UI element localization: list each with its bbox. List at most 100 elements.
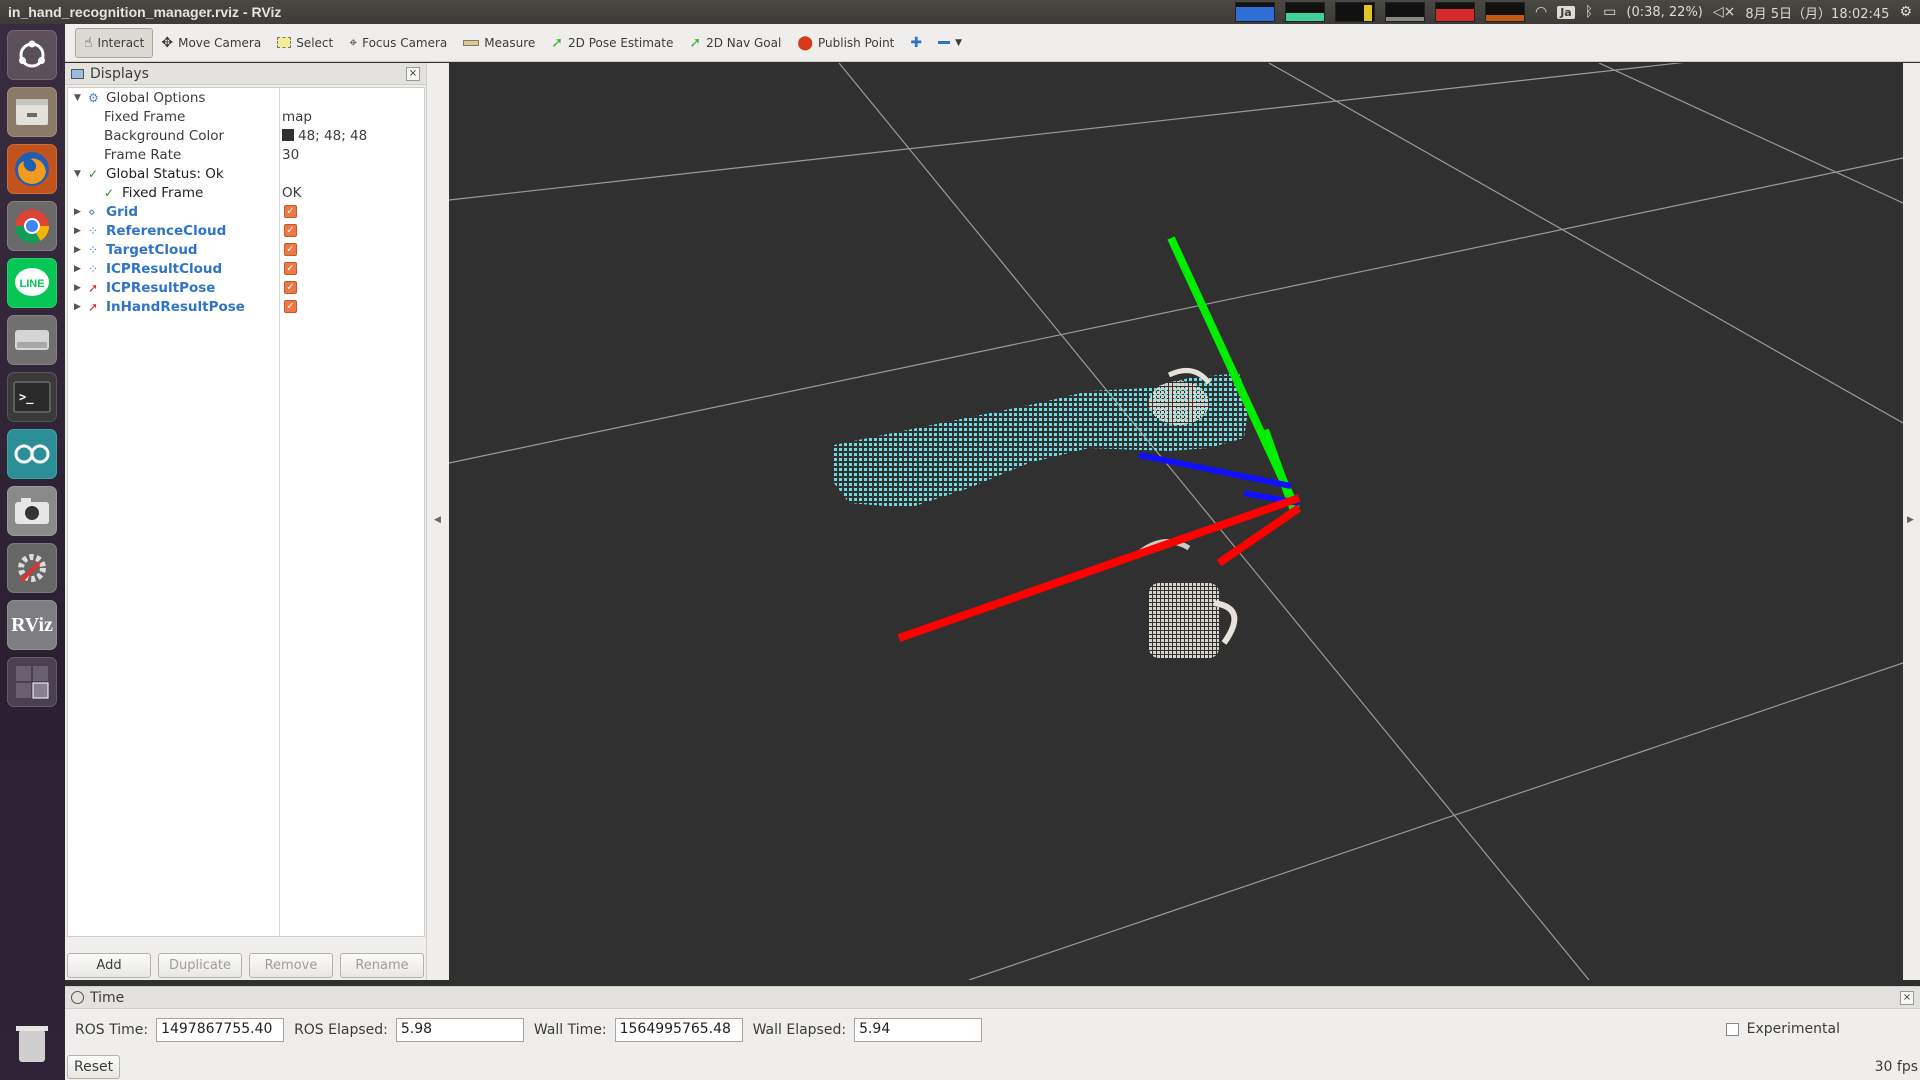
bluetooth-icon[interactable]: ᛒ — [1585, 0, 1593, 24]
frame-rate-value[interactable]: 30 — [282, 147, 299, 163]
render-canvas[interactable] — [448, 37, 1904, 981]
chrome-icon[interactable] — [7, 201, 57, 251]
wall-time-label: Wall Time: — [533, 1022, 607, 1038]
tree-row-icpresultpose[interactable]: ▶ ➚ ICPResultPose ✓ — [68, 278, 424, 297]
remove-button[interactable]: Remove — [249, 953, 333, 978]
collapse-arrow-icon[interactable]: ▶ — [74, 226, 81, 236]
memory-monitor[interactable] — [1285, 2, 1325, 22]
nav-goal-tool[interactable]: ➚ 2D Nav Goal — [681, 28, 789, 58]
pose-estimate-tool[interactable]: ➚ 2D Pose Estimate — [543, 28, 681, 58]
workspaces-icon[interactable] — [7, 657, 57, 707]
line-icon[interactable]: LINE — [7, 258, 57, 308]
display-label-inhandresultpose: InHandResultPose — [106, 298, 245, 315]
close-icon[interactable]: × — [1900, 991, 1914, 1005]
expand-arrow-icon[interactable]: ▼ — [74, 169, 81, 179]
grid-icon: ⋄ — [88, 204, 96, 219]
move-camera-tool[interactable]: ✥ Move Camera — [153, 28, 269, 58]
battery-icon[interactable]: ▭ — [1603, 0, 1616, 24]
axis-z — [1138, 452, 1292, 489]
add-tool-button[interactable]: ✚ — [902, 28, 930, 58]
collapse-left-icon[interactable]: ◀ — [434, 515, 441, 525]
ros-time-field[interactable]: 1497867755.40 — [156, 1018, 285, 1042]
interact-tool[interactable]: ☝ Interact — [75, 27, 154, 58]
input-method-indicator[interactable]: Ja — [1557, 5, 1575, 19]
checkmark-icon: ✓ — [104, 185, 115, 200]
render-3d-view[interactable] — [448, 37, 1904, 981]
rename-button[interactable]: Rename — [340, 953, 424, 978]
tree-row-background-color[interactable]: Background Color 48; 48; 48 — [68, 126, 424, 145]
duplicate-button[interactable]: Duplicate — [158, 953, 242, 978]
focus-camera-tool[interactable]: ⌖ Focus Camera — [341, 28, 455, 58]
experimental-checkbox[interactable] — [1725, 1022, 1739, 1036]
clock[interactable]: 8月 5日（月）18:02:45 — [1745, 3, 1889, 22]
tree-row-grid[interactable]: ▶ ⋄ Grid ✓ — [68, 202, 424, 221]
wifi-icon[interactable]: ◠ — [1535, 0, 1547, 24]
enable-checkbox[interactable]: ✓ — [284, 262, 297, 275]
displays-tree[interactable]: ▼ ⚙ Global Options Fixed Frame map Backg… — [67, 87, 425, 937]
load-monitor[interactable] — [1385, 2, 1425, 22]
publish-point-tool[interactable]: ⬤ Publish Point — [789, 28, 902, 58]
right-splitter[interactable]: ▶ — [1903, 63, 1920, 980]
add-button[interactable]: Add — [67, 953, 151, 978]
camera-icon[interactable] — [7, 486, 57, 536]
expand-arrow-icon[interactable]: ▼ — [74, 93, 81, 103]
battery-status[interactable]: (0:38, 22%) — [1626, 5, 1703, 20]
rviz-launcher-label: RViz — [11, 613, 53, 636]
enable-checkbox[interactable]: ✓ — [284, 243, 297, 256]
left-splitter[interactable]: ◀ — [427, 63, 449, 980]
terminal-icon[interactable]: >_ — [7, 372, 57, 422]
settings-gear-icon[interactable]: ⚙ — [1899, 0, 1912, 24]
display-label-icpresultpose: ICPResultPose — [106, 279, 216, 296]
enable-checkbox[interactable]: ✓ — [284, 205, 297, 218]
volume-icon[interactable]: ◁× — [1713, 0, 1736, 24]
network-monitor[interactable] — [1435, 2, 1475, 22]
collapse-arrow-icon[interactable]: ▶ — [74, 283, 81, 293]
wall-elapsed-field[interactable]: 5.94 — [854, 1018, 983, 1042]
select-label: Select — [296, 35, 334, 50]
disk-icon[interactable] — [7, 315, 57, 365]
firefox-icon[interactable] — [7, 144, 57, 194]
tree-row-inhandresultpose[interactable]: ▶ ➚ InHandResultPose ✓ — [68, 297, 424, 316]
collapse-arrow-icon[interactable]: ▶ — [74, 245, 81, 255]
ubuntu-dash-icon[interactable] — [7, 30, 57, 80]
fixed-frame-value[interactable]: map — [282, 109, 312, 125]
background-color-value[interactable]: 48; 48; 48 — [282, 128, 367, 144]
rviz-icon[interactable]: RViz — [7, 600, 57, 650]
expand-right-icon[interactable]: ▶ — [1907, 515, 1914, 525]
move-camera-label: Move Camera — [178, 35, 262, 50]
collapse-arrow-icon[interactable]: ▶ — [74, 207, 81, 217]
tree-row-referencecloud[interactable]: ▶ ⁘ ReferenceCloud ✓ — [68, 221, 424, 240]
tree-row-global-options[interactable]: ▼ ⚙ Global Options — [68, 88, 424, 107]
swap-monitor[interactable] — [1335, 2, 1375, 22]
measure-tool[interactable]: Measure — [455, 28, 543, 58]
arduino-icon[interactable] — [7, 429, 57, 479]
tree-row-status-fixed-frame[interactable]: ✓ Fixed Frame OK — [68, 183, 424, 202]
tree-row-fixed-frame[interactable]: Fixed Frame map — [68, 107, 424, 126]
enable-checkbox[interactable]: ✓ — [284, 224, 297, 237]
collapse-arrow-icon[interactable]: ▶ — [74, 302, 81, 312]
measure-label: Measure — [484, 35, 536, 50]
select-tool[interactable]: Select — [269, 28, 341, 58]
trash-icon[interactable] — [7, 1019, 57, 1069]
collapse-arrow-icon[interactable]: ▶ — [74, 264, 81, 274]
enable-checkbox[interactable]: ✓ — [284, 300, 297, 313]
color-swatch — [282, 128, 294, 141]
tree-row-icpresultcloud[interactable]: ▶ ⁘ ICPResultCloud ✓ — [68, 259, 424, 278]
enable-checkbox[interactable]: ✓ — [284, 281, 297, 294]
ros-elapsed-field[interactable]: 5.98 — [395, 1018, 524, 1042]
tree-row-frame-rate[interactable]: Frame Rate 30 — [68, 145, 424, 164]
experimental-option[interactable]: Experimental — [1725, 1021, 1840, 1037]
disk-monitor[interactable] — [1485, 2, 1525, 22]
focus-crosshair-icon: ⌖ — [349, 34, 358, 51]
wall-time-field[interactable]: 1564995765.48 — [614, 1018, 743, 1042]
reset-button[interactable]: Reset — [67, 1055, 121, 1079]
remove-tool-button[interactable]: ▼ — [930, 28, 970, 58]
cpu-monitor[interactable] — [1235, 2, 1275, 22]
system-tray: ◠ Ja ᛒ ▭ (0:38, 22%) ◁× 8月 5日（月）18:02:45… — [1235, 0, 1920, 24]
tree-row-targetcloud[interactable]: ▶ ⁘ TargetCloud ✓ — [68, 240, 424, 259]
close-icon[interactable]: × — [406, 67, 420, 81]
system-settings-icon[interactable] — [7, 543, 57, 593]
tree-row-global-status[interactable]: ▼ ✓ Global Status: Ok — [68, 164, 424, 183]
files-icon[interactable] — [7, 87, 57, 137]
checkmark-icon: ✓ — [88, 166, 99, 181]
